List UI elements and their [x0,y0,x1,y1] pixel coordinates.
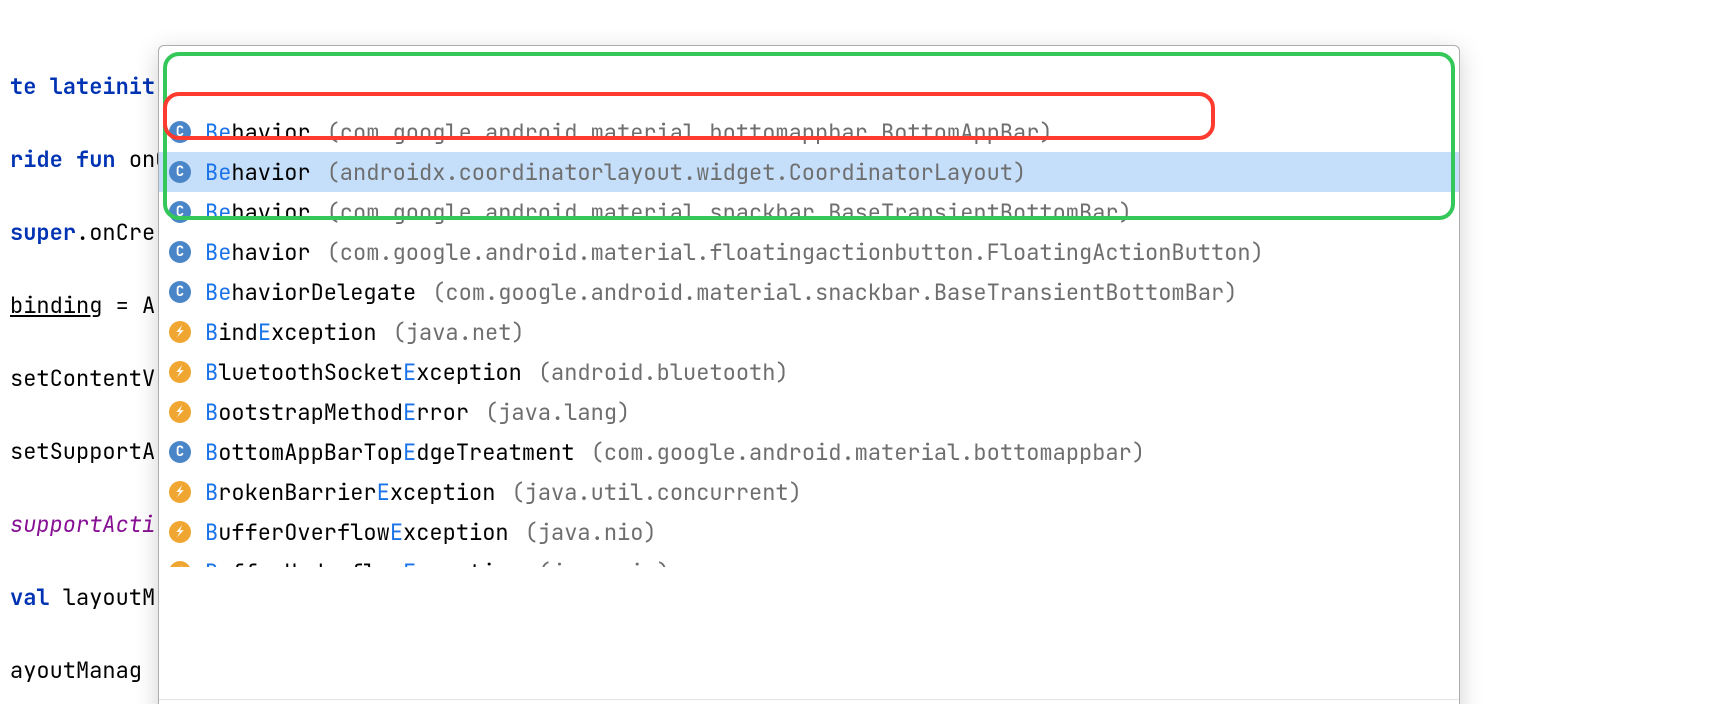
suggestion-text: Behavior [205,236,311,269]
class-icon: C [169,281,191,303]
suggestion-item[interactable]: C BottomAppBarTopEdgeTreatment (com.google… [159,432,1459,472]
suggestion-text: BehaviorDelegate [205,276,416,309]
suggestion-item[interactable]: C Behavior (com.google.android.material.fl… [159,232,1459,272]
suggestion-text: Behavior [205,156,311,189]
suggestion-text: Behavior [205,116,311,149]
suggestion-text: BrokenBarrierException [205,476,495,509]
suggestion-item[interactable]: ⚡ BindException (java.net) [159,312,1459,352]
suggestion-package: (com.google.android.material.floatingact… [327,236,1264,269]
suggestion-package: (java.util.concurrent) [511,476,801,509]
suggestion-item[interactable]: ⚡ BluetoothSocketException (android.blueto… [159,352,1459,392]
suggestion-package: (java.lang) [485,396,630,429]
suggestion-package: (com.google.android.material.bottomappba… [327,116,1053,149]
class-icon: C [169,161,191,183]
code-editor[interactable]: te lateinit var binding:ActivityCoordina… [0,0,1734,704]
suggestion-package: (com.google.android.material.bottomappba… [591,436,1145,469]
suggestion-package: (java.nio) [538,556,670,568]
suggestion-item[interactable]: C BehaviorDelegate (com.google.android.mat… [159,272,1459,312]
suggestion-item[interactable]: ⚡ BufferUnderflowException (java.nio) [159,552,1459,567]
suggestion-text: Behavior [205,196,311,229]
exception-icon: ⚡ [169,361,191,383]
suggestion-text: BufferUnderflowException [205,556,522,568]
suggestion-package: (java.net) [393,316,525,349]
class-icon: C [169,441,191,463]
suggestion-text: BootstrapMethodError [205,396,469,429]
suggestion-item[interactable]: C Behavior (com.google.android.material.bo… [159,112,1459,152]
suggestion-package: (com.google.android.material.snackbar.Ba… [327,196,1132,229]
exception-icon: ⚡ [169,401,191,423]
suggestion-item[interactable]: C Behavior (androidx.coordinatorlayout.wid… [159,152,1459,192]
suggestion-package: (com.google.android.material.snackbar.Ba… [432,276,1237,309]
suggestion-item[interactable]: ⚡ BootstrapMethodError (java.lang) [159,392,1459,432]
class-icon: C [169,121,191,143]
exception-icon: ⚡ [169,521,191,543]
class-icon: C [169,201,191,223]
suggestion-item[interactable]: ⚡ BufferOverflowException (java.nio) [159,512,1459,552]
class-icon: C [169,241,191,263]
suggestion-item[interactable]: ⚡ BrokenBarrierException (java.util.concur… [159,472,1459,512]
suggestion-package: (androidx.coordinatorlayout.widget.Coord… [327,156,1027,189]
suggestion-text: BindException [205,316,377,349]
suggestion-item[interactable]: C Behavior (com.google.android.material.sn… [159,192,1459,232]
suggestion-text: BottomAppBarTopEdgeTreatment [205,436,575,469]
autocomplete-popup[interactable]: C Behavior (com.google.android.material.bo… [158,45,1460,704]
exception-icon: ⚡ [169,561,191,567]
exception-icon: ⚡ [169,481,191,503]
suggestion-package: (android.bluetooth) [538,356,789,389]
exception-icon: ⚡ [169,321,191,343]
suggestion-list[interactable]: C Behavior (com.google.android.material.bo… [159,112,1459,567]
popup-footer: Press ↵ to insert, ⇥ to replace Next Tip [159,699,1459,704]
suggestion-package: (java.nio) [525,516,657,549]
suggestion-text: BluetoothSocketException [205,356,522,389]
suggestion-text: BufferOverflowException [205,516,509,549]
